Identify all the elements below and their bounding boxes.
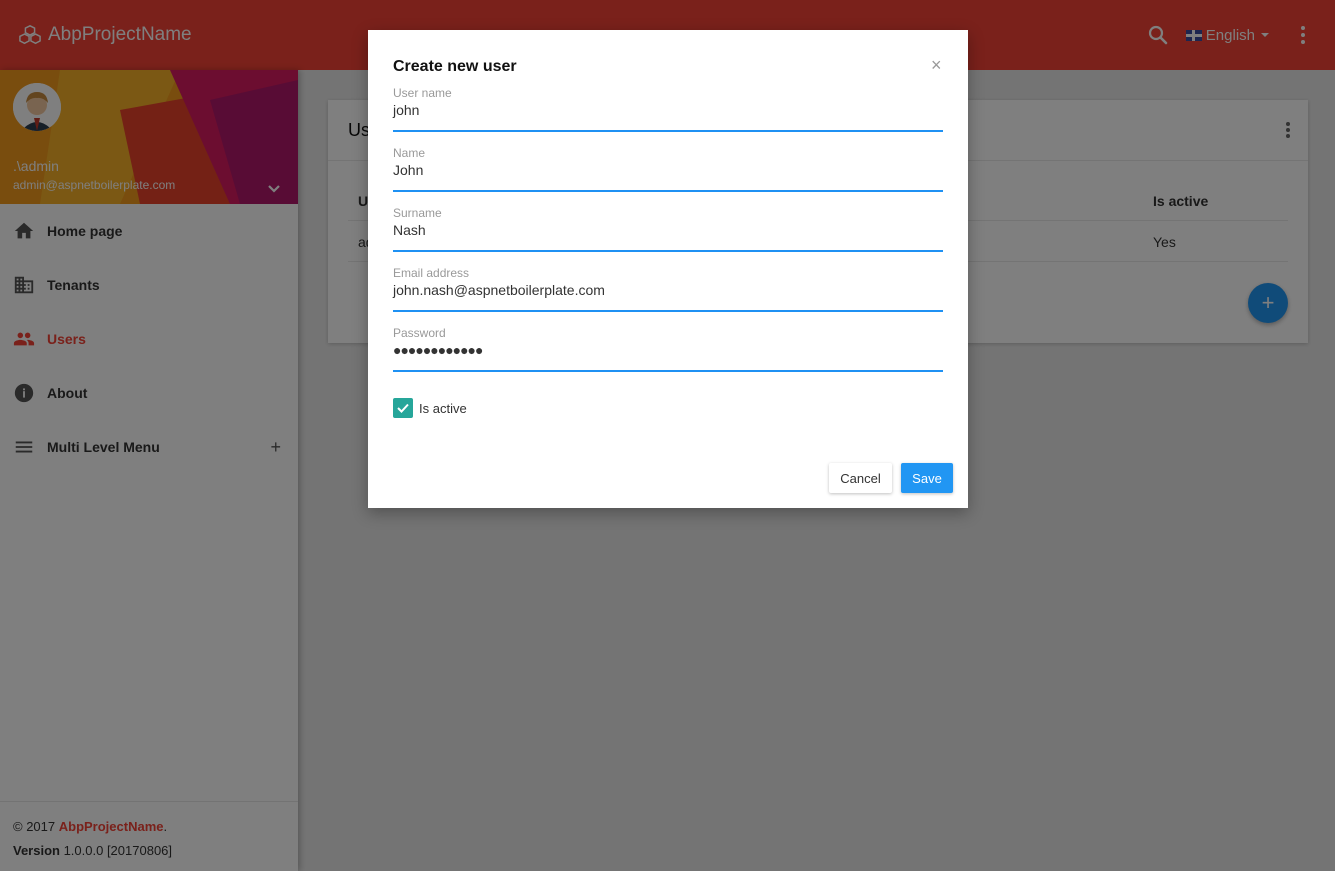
close-icon[interactable]: ×: [931, 55, 942, 76]
field-label: Name: [393, 146, 426, 160]
username-field[interactable]: User name john: [393, 86, 943, 132]
field-value: john.nash@aspnetboilerplate.com: [393, 282, 605, 298]
checkbox-label: Is active: [419, 400, 467, 416]
is-active-checkbox[interactable]: Is active: [393, 398, 467, 418]
create-user-modal: Create new user × User name john Name Jo…: [368, 30, 968, 508]
field-value: Nash: [393, 222, 426, 238]
field-label: User name: [393, 86, 452, 100]
field-label: Email address: [393, 266, 470, 280]
name-field[interactable]: Name John: [393, 146, 943, 192]
field-label: Password: [393, 326, 446, 340]
field-label: Surname: [393, 206, 442, 220]
field-value: john: [393, 102, 420, 118]
cancel-button[interactable]: Cancel: [829, 463, 892, 493]
field-value: ●●●●●●●●●●●●: [393, 342, 483, 358]
password-field[interactable]: Password ●●●●●●●●●●●●: [393, 326, 943, 372]
checkmark-icon: [393, 398, 413, 418]
surname-field[interactable]: Surname Nash: [393, 206, 943, 252]
save-button[interactable]: Save: [901, 463, 953, 493]
modal-title: Create new user: [393, 58, 517, 75]
email-field[interactable]: Email address john.nash@aspnetboilerplat…: [393, 266, 943, 312]
field-value: John: [393, 162, 424, 178]
